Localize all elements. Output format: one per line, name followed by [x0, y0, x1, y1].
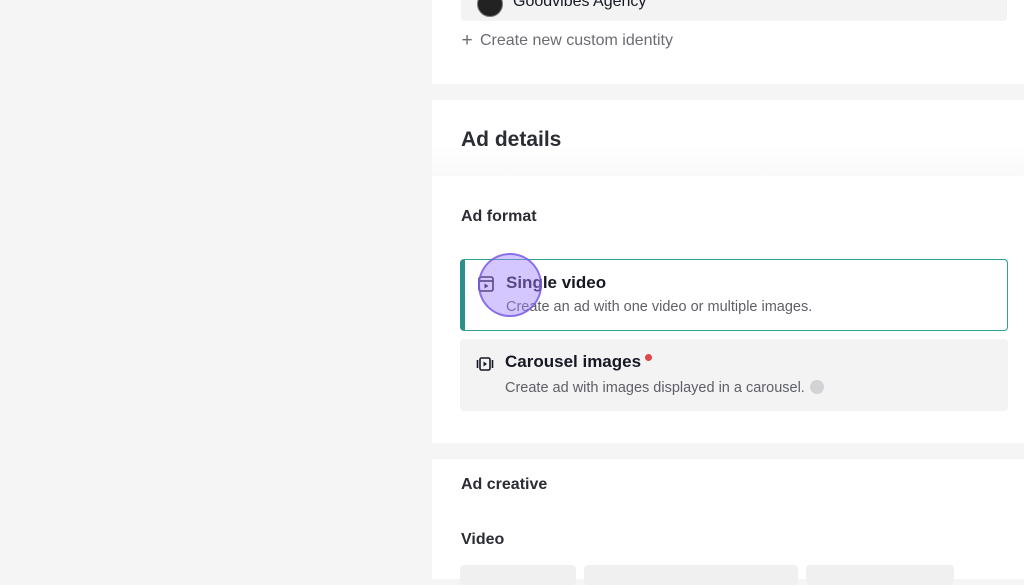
- carousel-images-description-wrap: Create ad with images displayed in a car…: [505, 380, 824, 396]
- single-video-description: Create an ad with one video or multiple …: [506, 299, 813, 315]
- create-custom-identity-label: Create new custom identity: [480, 31, 673, 49]
- ad-format-single-video[interactable]: Single video Create an ad with one video…: [460, 259, 1008, 331]
- ad-details-title: Ad details: [461, 128, 562, 151]
- identity-dropdown[interactable]: Goodvibes Agency: [461, 0, 1007, 21]
- video-option-tile[interactable]: [460, 565, 576, 585]
- ad-format-carousel-images[interactable]: Carousel images Create ad with images di…: [460, 339, 1008, 411]
- ad-creative-section: Ad creative Video: [432, 459, 1024, 585]
- video-option-tile[interactable]: [806, 565, 954, 585]
- video-label: Video: [461, 531, 505, 548]
- info-icon[interactable]: [809, 380, 824, 394]
- chevron-down-icon: [985, 0, 987, 1]
- ad-details-header: Ad details: [432, 100, 1024, 176]
- identity-name: Goodvibes Agency: [513, 0, 647, 10]
- identity-section: Goodvibes Agency + Create new custom ide…: [432, 0, 1024, 84]
- ad-details-section: Ad details Ad format Single video Create…: [432, 100, 1024, 443]
- identity-avatar: [477, 0, 503, 17]
- plus-icon: +: [461, 30, 473, 51]
- carousel-icon: [476, 357, 494, 371]
- carousel-images-title-wrap: Carousel images: [505, 352, 653, 372]
- new-indicator-dot: [645, 354, 653, 361]
- ad-format-label: Ad format: [461, 208, 537, 225]
- video-upload-options: [460, 565, 1008, 585]
- carousel-images-description: Create ad with images displayed in a car…: [505, 380, 805, 396]
- carousel-images-title: Carousel images: [505, 352, 642, 371]
- single-video-title: Single video: [506, 273, 607, 292]
- create-custom-identity-link[interactable]: + Create new custom identity: [460, 31, 673, 50]
- video-option-tile[interactable]: [584, 565, 798, 585]
- video-frame-icon: [478, 276, 494, 292]
- ad-creative-title: Ad creative: [461, 476, 548, 493]
